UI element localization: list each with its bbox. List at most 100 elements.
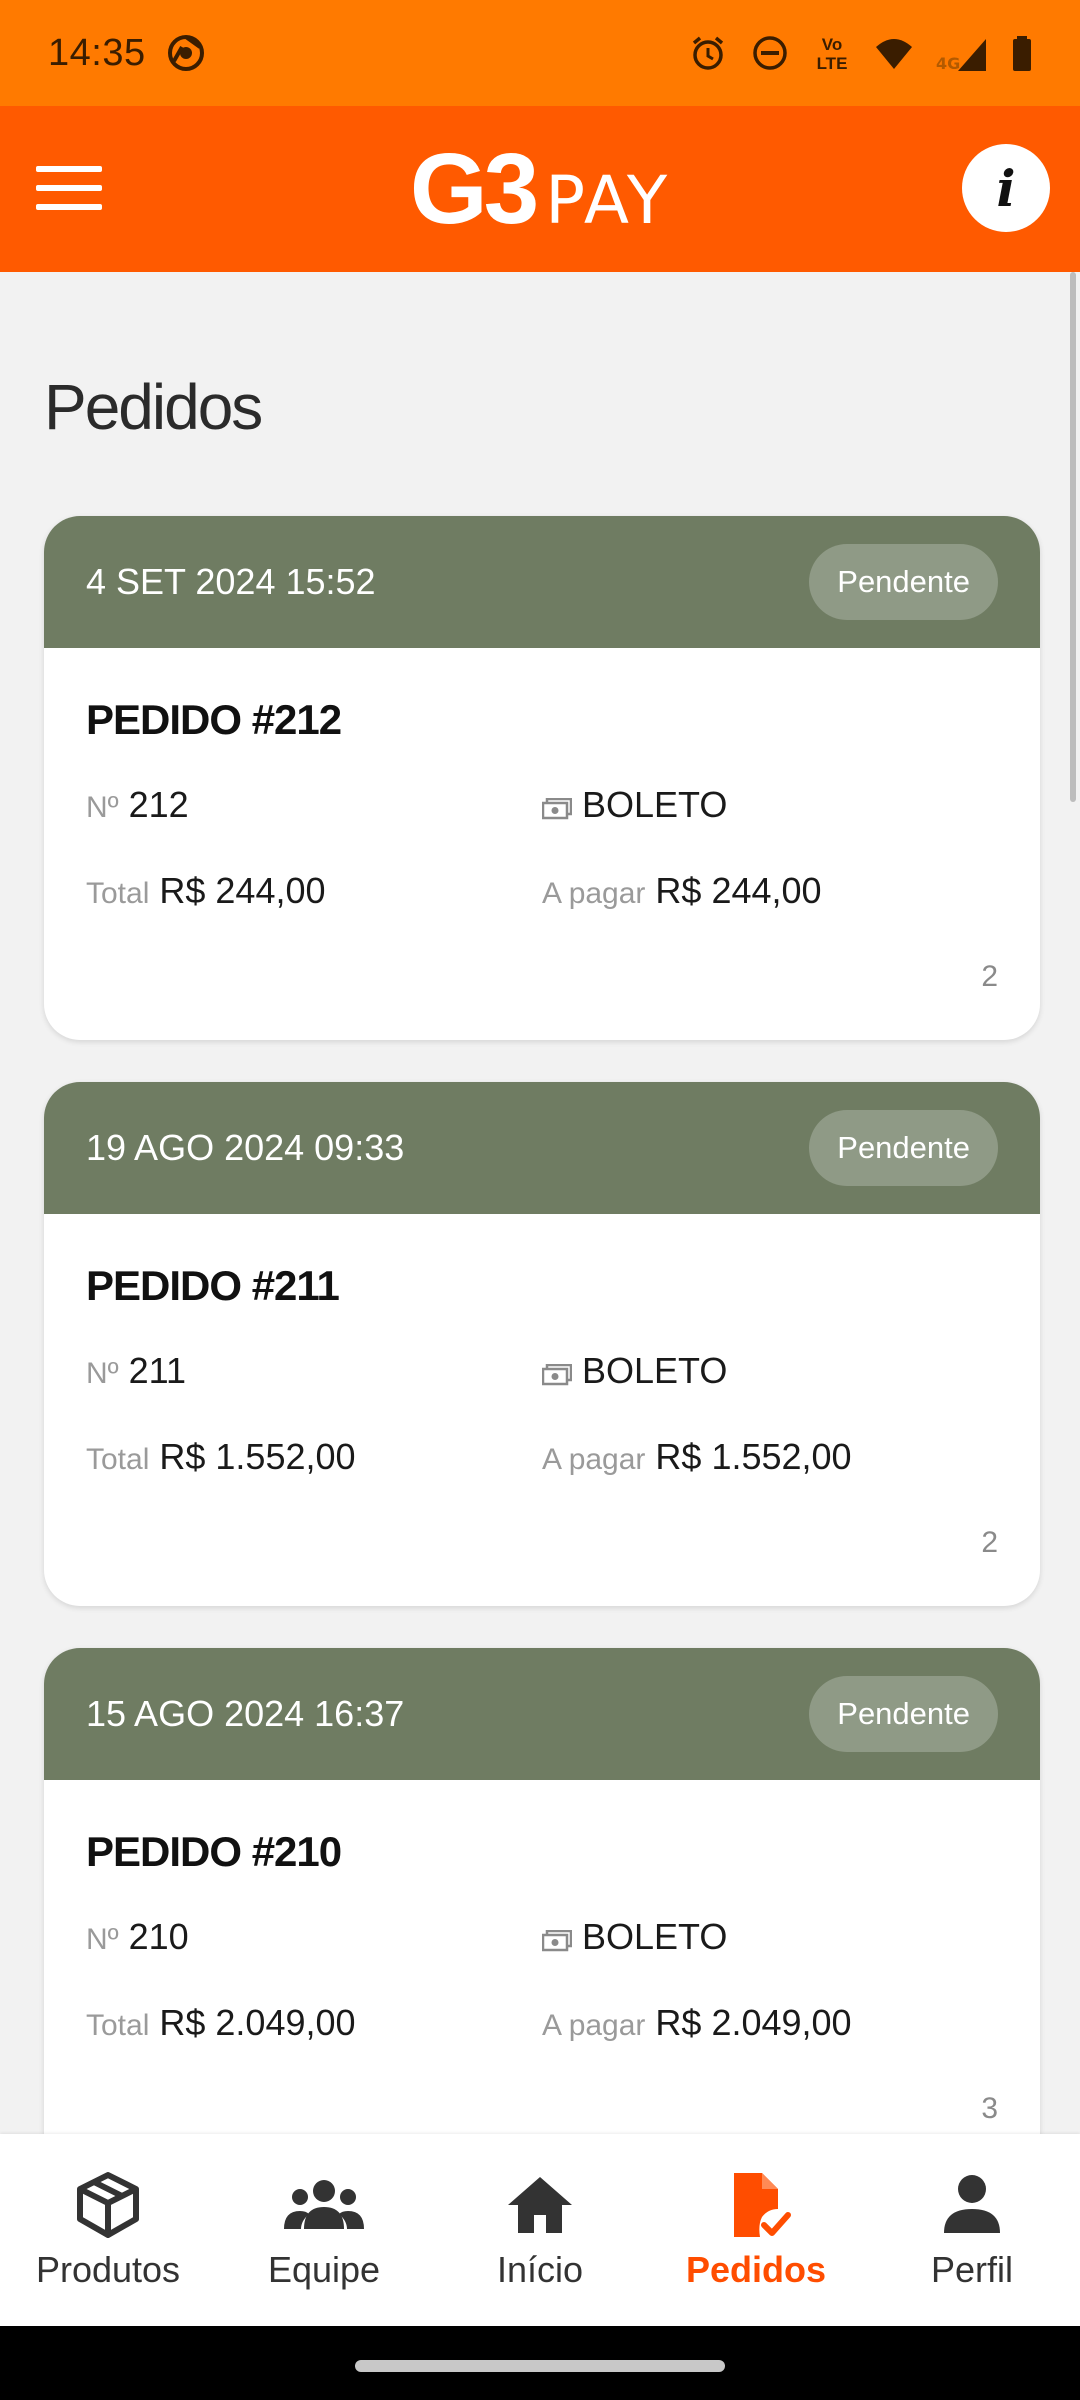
order-to-pay-label: A pagar bbox=[542, 1443, 646, 1476]
nav-item-produtos[interactable]: Produtos bbox=[0, 2134, 216, 2326]
order-number-value: 212 bbox=[128, 784, 189, 825]
order-total-field: Total R$ 244,00 bbox=[86, 870, 542, 912]
nav-item-inicio[interactable]: Início bbox=[432, 2134, 648, 2326]
hamburger-icon-line bbox=[36, 185, 102, 191]
order-amount-row: Total R$ 2.049,00 A pagar R$ 2.049,00 bbox=[86, 2002, 998, 2088]
order-amount-row: Total R$ 244,00 A pagar R$ 244,00 bbox=[86, 870, 998, 956]
page-title: Pedidos bbox=[44, 371, 263, 443]
status-left: 14:35 bbox=[48, 32, 206, 75]
do-not-disturb-icon bbox=[750, 33, 790, 73]
order-total-value: R$ 1.552,00 bbox=[159, 1436, 356, 1477]
menu-button[interactable] bbox=[36, 160, 102, 216]
chrome-icon bbox=[166, 33, 206, 73]
order-document-icon bbox=[720, 2169, 792, 2241]
hamburger-icon-line bbox=[36, 166, 102, 172]
order-date: 4 SET 2024 15:52 bbox=[86, 561, 376, 602]
order-date: 19 AGO 2024 09:33 bbox=[86, 1127, 405, 1168]
signal-4g-icon: 4G bbox=[936, 33, 988, 73]
order-item-count: 2 bbox=[981, 1526, 998, 1559]
order-to-pay-value: R$ 244,00 bbox=[655, 870, 822, 911]
order-to-pay-field: A pagar R$ 1.552,00 bbox=[542, 1436, 998, 1478]
wifi-icon bbox=[874, 33, 914, 73]
payment-method-field: BOLETO bbox=[541, 784, 998, 826]
home-gesture-handle[interactable] bbox=[355, 2360, 725, 2372]
order-item-count: 3 bbox=[981, 2092, 998, 2125]
order-to-pay-field: A pagar R$ 244,00 bbox=[542, 870, 998, 912]
volte-icon: Vo LTE bbox=[816, 35, 848, 73]
order-info-row: Nº 210 BOLETO bbox=[86, 1916, 998, 2002]
status-bar: 14:35 Vo LTE 4G bbox=[0, 0, 1080, 106]
order-total-label: Total bbox=[86, 2009, 150, 2042]
order-card-body: PEDIDO #210 Nº 210 BOLETO Total R$ 2.049… bbox=[44, 1780, 1040, 2134]
order-item-count: 2 bbox=[981, 960, 998, 993]
order-to-pay-field: A pagar R$ 2.049,00 bbox=[542, 2002, 998, 2044]
network-label: 4G bbox=[936, 54, 960, 73]
order-title: PEDIDO #210 bbox=[86, 1828, 342, 1875]
order-number-value: 210 bbox=[128, 1916, 189, 1957]
order-number-field: Nº 212 bbox=[86, 784, 542, 826]
order-total-value: R$ 244,00 bbox=[159, 870, 326, 911]
order-total-field: Total R$ 2.049,00 bbox=[86, 2002, 542, 2044]
order-card-header: 15 AGO 2024 16:37 Pendente bbox=[44, 1648, 1040, 1780]
order-number-label: Nº bbox=[86, 1923, 119, 1956]
bottom-nav: Produtos Equipe Início Pedidos Perfil bbox=[0, 2134, 1080, 2326]
profile-icon bbox=[936, 2169, 1008, 2241]
order-info-row: Nº 212 BOLETO bbox=[86, 784, 998, 870]
nav-item-equipe[interactable]: Equipe bbox=[216, 2134, 432, 2326]
status-right: Vo LTE 4G bbox=[688, 33, 1034, 73]
order-number-label: Nº bbox=[86, 791, 119, 824]
payment-method-field: BOLETO bbox=[541, 1916, 998, 1958]
order-total-value: R$ 2.049,00 bbox=[159, 2002, 356, 2043]
info-button[interactable]: i bbox=[962, 144, 1050, 232]
gesture-navigation-bar bbox=[0, 2326, 1080, 2400]
brand-logo: G3 PAY bbox=[410, 132, 670, 247]
team-icon bbox=[282, 2169, 366, 2241]
order-to-pay-label: A pagar bbox=[542, 2009, 646, 2042]
payment-cash-icon bbox=[541, 1363, 573, 1386]
order-to-pay-value: R$ 1.552,00 bbox=[655, 1436, 852, 1477]
brand-logo-primary: G3 bbox=[409, 132, 539, 245]
info-icon: i bbox=[996, 158, 1016, 218]
order-card-body: PEDIDO #212 Nº 212 BOLETO Total R$ 244,0… bbox=[44, 648, 1040, 1040]
order-card[interactable]: 4 SET 2024 15:52 Pendente PEDIDO #212 Nº… bbox=[44, 516, 1040, 1040]
payment-method-value: BOLETO bbox=[582, 1350, 728, 1391]
order-to-pay-label: A pagar bbox=[542, 877, 646, 910]
order-number-value: 211 bbox=[128, 1350, 187, 1391]
nav-item-perfil[interactable]: Perfil bbox=[864, 2134, 1080, 2326]
payment-method-value: BOLETO bbox=[582, 1916, 728, 1957]
nav-label: Produtos bbox=[35, 2249, 181, 2290]
order-card-body: PEDIDO #211 Nº 211 BOLETO Total R$ 1.552… bbox=[44, 1214, 1040, 1606]
nav-label: Equipe bbox=[267, 2249, 381, 2290]
order-card-header: 4 SET 2024 15:52 Pendente bbox=[44, 516, 1040, 648]
status-badge: Pendente bbox=[809, 1110, 998, 1186]
payment-method-value: BOLETO bbox=[582, 784, 728, 825]
status-time: 14:35 bbox=[48, 31, 146, 74]
order-total-label: Total bbox=[86, 877, 150, 910]
order-card-header: 19 AGO 2024 09:33 Pendente bbox=[44, 1082, 1040, 1214]
order-total-field: Total R$ 1.552,00 bbox=[86, 1436, 542, 1478]
battery-icon bbox=[1010, 33, 1034, 73]
order-number-field: Nº 210 bbox=[86, 1916, 542, 1958]
nav-item-pedidos[interactable]: Pedidos bbox=[648, 2134, 864, 2326]
orders-list: 4 SET 2024 15:52 Pendente PEDIDO #212 Nº… bbox=[44, 516, 1040, 2134]
status-badge: Pendente bbox=[809, 544, 998, 620]
home-icon bbox=[504, 2169, 576, 2241]
status-badge: Pendente bbox=[809, 1676, 998, 1752]
order-title: PEDIDO #212 bbox=[86, 696, 342, 743]
brand-logo-secondary: PAY bbox=[545, 161, 671, 239]
main-content[interactable]: Pedidos 4 SET 2024 15:52 Pendente PEDIDO… bbox=[0, 272, 1080, 2134]
order-card[interactable]: 19 AGO 2024 09:33 Pendente PEDIDO #211 N… bbox=[44, 1082, 1040, 1606]
hamburger-icon-line bbox=[36, 204, 102, 210]
order-card[interactable]: 15 AGO 2024 16:37 Pendente PEDIDO #210 N… bbox=[44, 1648, 1040, 2134]
box-icon bbox=[72, 2169, 144, 2241]
order-info-row: Nº 211 BOLETO bbox=[86, 1350, 998, 1436]
nav-label: Perfil bbox=[930, 2249, 1014, 2290]
payment-cash-icon bbox=[541, 1929, 573, 1952]
payment-cash-icon bbox=[541, 797, 573, 820]
order-date: 15 AGO 2024 16:37 bbox=[86, 1693, 405, 1734]
nav-label: Pedidos bbox=[685, 2249, 827, 2290]
order-title: PEDIDO #211 bbox=[86, 1262, 340, 1309]
order-number-field: Nº 211 bbox=[86, 1350, 542, 1392]
payment-method-field: BOLETO bbox=[541, 1350, 998, 1392]
order-to-pay-value: R$ 2.049,00 bbox=[655, 2002, 852, 2043]
